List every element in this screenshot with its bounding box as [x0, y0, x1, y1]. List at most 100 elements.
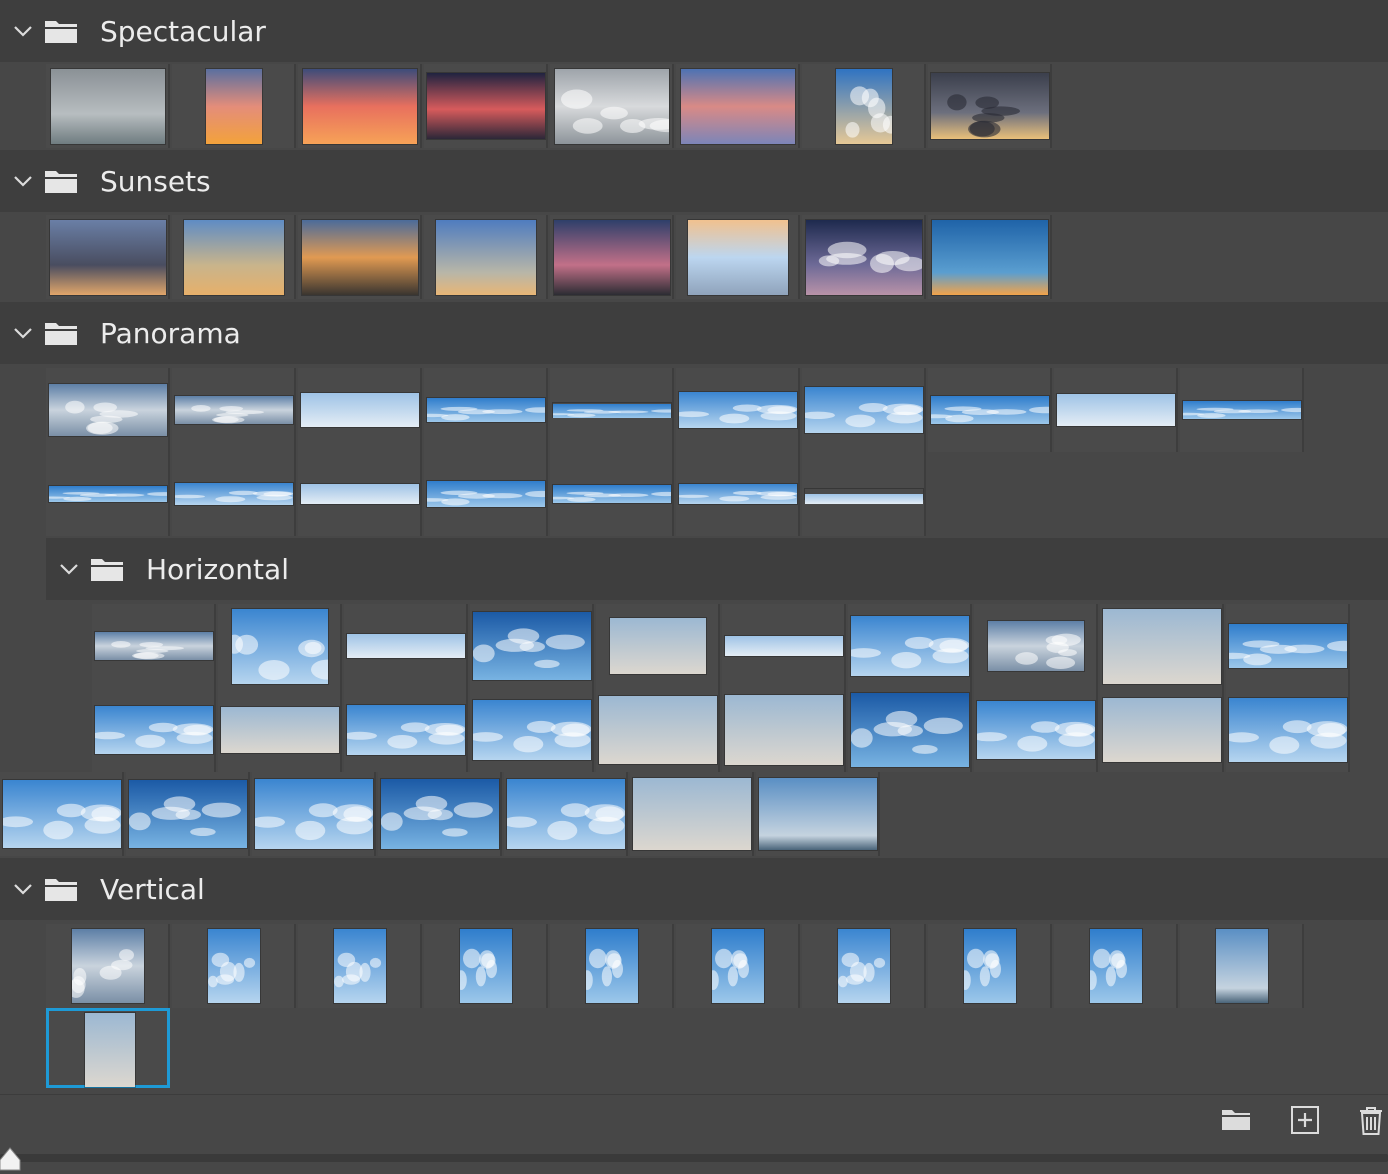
sky-thumbnail[interactable] [1169, 401, 1315, 419]
sky-preset-vertical[interactable] [298, 924, 422, 1008]
sky-preset-sunsets[interactable] [172, 215, 296, 299]
sky-preset-panorama[interactable] [917, 368, 1063, 452]
sky-preset-panorama[interactable] [674, 368, 800, 452]
sky-thumbnail[interactable] [455, 929, 512, 1003]
sky-preset-vertical[interactable] [172, 924, 296, 1008]
chevron-down-icon[interactable] [12, 170, 34, 192]
sky-preset-panorama[interactable] [298, 452, 422, 536]
sky-thumbnail[interactable] [413, 481, 559, 507]
sky-preset-vertical[interactable] [1180, 924, 1304, 1008]
sky-thumbnail[interactable] [1057, 394, 1175, 426]
sky-preset-horizontal[interactable] [630, 772, 754, 856]
sky-preset-spectacular[interactable] [172, 64, 296, 148]
add-preset-icon[interactable] [1290, 1105, 1320, 1135]
selected-sky-preset[interactable] [46, 1008, 170, 1088]
sky-preset-horizontal[interactable] [1100, 688, 1224, 772]
sky-preset-panorama[interactable] [298, 368, 422, 452]
group-header-sunsets[interactable]: Sunsets [0, 150, 1388, 212]
sky-thumbnail[interactable] [35, 486, 181, 502]
sky-thumbnail[interactable] [67, 929, 144, 1003]
group-header-vertical[interactable]: Vertical [0, 858, 1388, 920]
sky-preset-horizontal[interactable] [250, 772, 376, 856]
sky-preset-horizontal[interactable] [342, 688, 468, 772]
sky-preset-spectacular[interactable] [424, 64, 548, 148]
sky-thumbnail[interactable] [555, 69, 686, 144]
sky-preset-panorama[interactable] [802, 452, 926, 536]
sky-preset-horizontal[interactable] [722, 604, 846, 688]
sky-preset-horizontal[interactable] [378, 772, 502, 856]
sky-thumbnail[interactable] [539, 403, 685, 418]
sky-thumbnail[interactable] [1103, 609, 1221, 684]
sky-preset-panorama[interactable] [170, 452, 296, 536]
sky-thumbnail[interactable] [633, 778, 751, 850]
sky-thumbnail[interactable] [302, 220, 418, 295]
sky-thumbnail[interactable] [226, 609, 344, 684]
sky-preset-sunsets[interactable] [928, 215, 1052, 299]
sky-preset-panorama[interactable] [413, 368, 559, 452]
group-header-horizontal[interactable]: Horizontal [46, 538, 1388, 600]
sky-thumbnail[interactable] [184, 220, 284, 295]
sky-thumbnail[interactable] [806, 220, 926, 295]
sky-thumbnail[interactable] [347, 634, 465, 658]
sky-preset-spectacular[interactable] [46, 64, 170, 148]
sky-preset-panorama[interactable] [413, 452, 559, 536]
sky-preset-panorama[interactable] [539, 452, 685, 536]
sky-thumbnail[interactable] [599, 696, 717, 764]
sky-thumbnail[interactable] [688, 220, 788, 295]
sky-preset-panorama[interactable] [35, 452, 181, 536]
sky-thumbnail[interactable] [221, 707, 339, 753]
sky-thumbnail[interactable] [49, 384, 167, 436]
sky-thumbnail[interactable] [972, 701, 1096, 759]
sky-preset-horizontal[interactable] [90, 688, 216, 772]
sky-thumbnail[interactable] [502, 779, 626, 849]
sky-thumbnail[interactable] [725, 636, 843, 656]
sky-thumbnail[interactable] [303, 69, 417, 144]
sky-thumbnail[interactable] [554, 220, 670, 295]
sky-thumbnail[interactable] [380, 779, 499, 849]
chevron-down-icon[interactable] [12, 20, 34, 42]
sky-thumbnail[interactable] [674, 392, 798, 428]
sky-thumbnail[interactable] [170, 483, 294, 505]
sky-thumbnail[interactable] [250, 779, 374, 849]
sky-thumbnail[interactable] [206, 69, 262, 144]
sky-thumbnail[interactable] [681, 69, 795, 144]
sky-preset-spectacular[interactable] [802, 64, 926, 148]
slider-handle-icon[interactable] [0, 1146, 22, 1172]
sky-thumbnail[interactable] [128, 780, 247, 848]
sky-thumbnail[interactable] [800, 387, 924, 433]
sky-preset-vertical[interactable] [802, 924, 926, 1008]
group-header-spectacular[interactable]: Spectacular [0, 0, 1388, 62]
sky-preset-spectacular[interactable] [676, 64, 800, 148]
sky-preset-horizontal[interactable] [1224, 688, 1350, 772]
sky-preset-horizontal[interactable] [218, 604, 344, 688]
sky-thumbnail[interactable] [805, 489, 923, 504]
sky-preset-horizontal[interactable] [344, 604, 468, 688]
sky-thumbnail[interactable] [932, 220, 1048, 295]
sky-thumbnail[interactable] [1103, 698, 1221, 762]
sky-thumbnail[interactable] [610, 618, 706, 674]
sky-preset-horizontal[interactable] [126, 772, 250, 856]
sky-thumbnail[interactable] [707, 929, 764, 1003]
sky-preset-panorama[interactable] [539, 368, 685, 452]
sky-thumbnail[interactable] [931, 73, 1049, 139]
sky-thumbnail[interactable] [674, 484, 798, 504]
sky-thumbnail[interactable] [0, 780, 122, 848]
sky-preset-horizontal[interactable] [974, 604, 1098, 688]
sky-preset-horizontal[interactable] [972, 688, 1098, 772]
sky-thumbnail[interactable] [301, 484, 419, 504]
sky-preset-panorama[interactable] [674, 452, 800, 536]
sky-preset-horizontal[interactable] [756, 772, 880, 856]
sky-preset-horizontal[interactable] [846, 604, 972, 688]
sky-preset-sunsets[interactable] [550, 215, 674, 299]
sky-preset-vertical[interactable] [928, 924, 1052, 1008]
sky-preset-horizontal[interactable] [468, 688, 594, 772]
sky-thumbnail[interactable] [581, 929, 638, 1003]
sky-thumbnail[interactable] [427, 73, 545, 139]
sky-thumbnail[interactable] [917, 396, 1063, 424]
sky-preset-panorama[interactable] [46, 368, 170, 452]
sky-thumbnail[interactable] [208, 929, 260, 1003]
sky-thumbnail[interactable] [468, 700, 592, 760]
sky-preset-panorama[interactable] [172, 368, 296, 452]
sky-preset-spectacular[interactable] [550, 64, 686, 148]
sky-preset-vertical[interactable] [1054, 924, 1178, 1008]
